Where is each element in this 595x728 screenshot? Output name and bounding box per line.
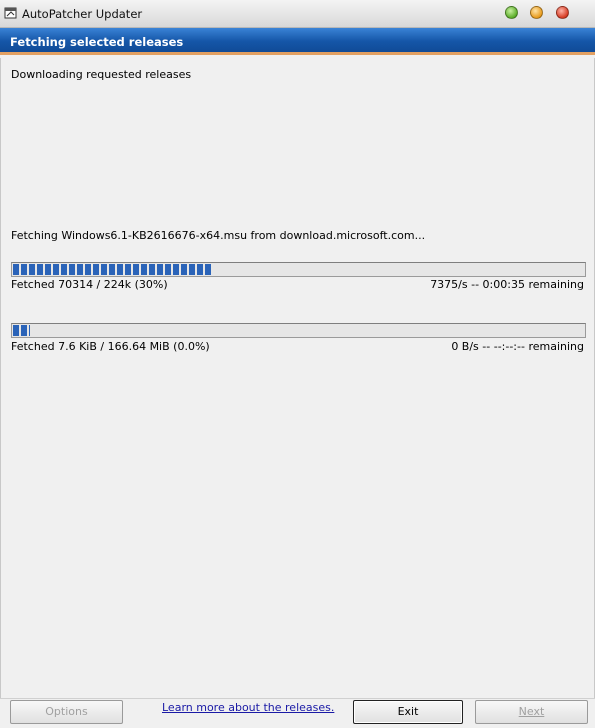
button-bar: Options Learn more about the releases. E… [0,698,595,728]
page-title: Fetching selected releases [10,35,184,49]
minimize-icon[interactable] [505,6,518,19]
total-progress-bar [11,323,586,338]
page-header: Fetching selected releases [0,28,595,55]
next-button[interactable]: Next [475,700,588,724]
window-title: AutoPatcher Updater [22,7,143,21]
total-progress-rate: 0 B/s -- --:--:-- remaining [451,340,584,353]
total-progress-text: Fetched 7.6 KiB / 166.64 MiB (0.0%) [11,340,210,353]
maximize-icon[interactable] [530,6,543,19]
file-progress-text: Fetched 70314 / 224k (30%) [11,278,168,291]
close-icon[interactable] [556,6,569,19]
options-button[interactable]: Options [10,700,123,724]
exit-button[interactable]: Exit [353,700,463,724]
content-area: Downloading requested releases Fetching … [0,58,595,698]
file-progress-fill [13,264,213,275]
main-window: AutoPatcher Updater Fetching selected re… [0,0,595,728]
total-progress-fill [13,325,30,336]
app-window-icon [4,7,17,19]
file-progress-rate: 7375/s -- 0:00:35 remaining [430,278,584,291]
status-text: Downloading requested releases [11,68,192,81]
fetch-status-line: Fetching Windows6.1-KB2616676-x64.msu fr… [11,229,426,242]
learn-more-link[interactable]: Learn more about the releases. [162,701,334,714]
next-button-label: Next [518,705,545,718]
file-progress-bar [11,262,586,277]
title-bar[interactable]: AutoPatcher Updater [0,0,595,28]
